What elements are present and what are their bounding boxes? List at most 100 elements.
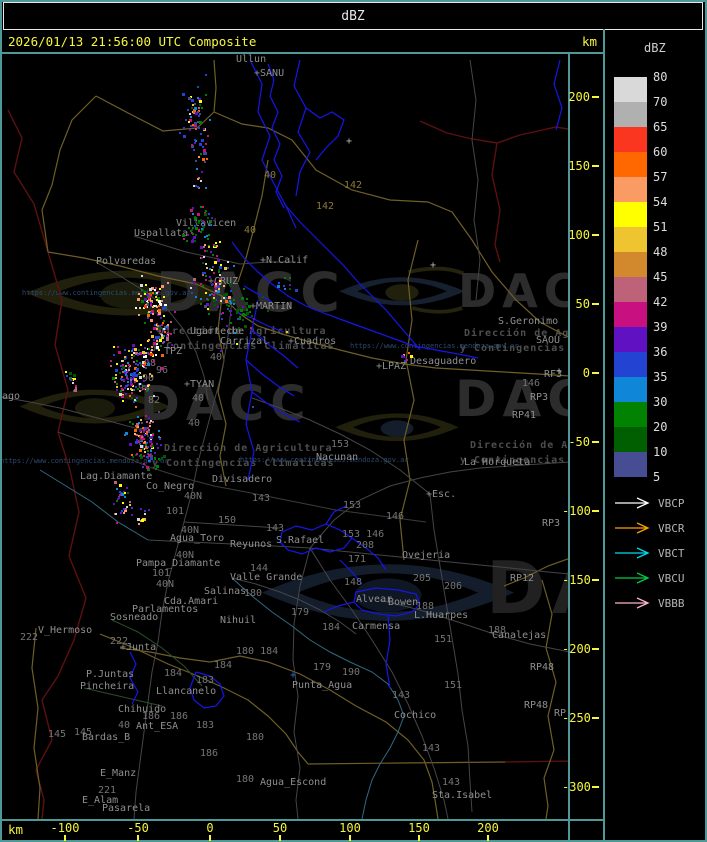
vector-arrow-icon (615, 522, 650, 534)
radar-echo (139, 362, 141, 364)
map-label: Pampa_Diamante (136, 558, 221, 569)
radar-echo (150, 353, 153, 356)
y-tick-mark (592, 372, 599, 374)
radar-echo (158, 349, 160, 351)
radar-echo (129, 443, 132, 446)
radar-echo (139, 307, 141, 309)
radar-echo (196, 168, 198, 170)
colorbar-block (614, 452, 647, 477)
map-label: 142 (344, 180, 363, 191)
radar-echo (131, 357, 133, 359)
radar-echo (147, 314, 150, 317)
map-label: Canalejas (492, 630, 547, 641)
radar-echo (163, 341, 165, 343)
x-tick-mark (349, 835, 351, 841)
radar-echo (148, 353, 150, 355)
radar-echo (209, 223, 211, 225)
radar-echo (149, 422, 151, 424)
radar-echo (185, 119, 187, 121)
radar-echo (199, 104, 201, 106)
radar-echo (236, 343, 238, 345)
x-tick-label: 0 (206, 821, 214, 835)
radar-echo (211, 269, 213, 271)
map-label: RP48 (530, 662, 555, 673)
map-label: SAOU (536, 335, 561, 346)
radar-echo (216, 245, 218, 247)
radar-echo (230, 314, 232, 316)
radar-echo (125, 508, 127, 510)
radar-echo (221, 318, 223, 320)
radar-echo (135, 406, 137, 408)
radar-echo (141, 289, 143, 291)
radar-echo (150, 302, 152, 304)
radar-echo (150, 420, 152, 422)
radar-echo (143, 364, 145, 366)
colorbar-block (614, 252, 647, 277)
radar-echo (139, 436, 141, 438)
radar-echo (233, 299, 235, 301)
radar-echo (220, 300, 222, 302)
colorbar-block (614, 227, 647, 252)
radar-echo (144, 451, 146, 453)
radar-echo (217, 282, 219, 284)
radar-echo (155, 354, 157, 356)
map-label: 40 (264, 170, 277, 181)
radar-echo (161, 457, 163, 459)
radar-echo (194, 240, 196, 242)
map-label: 183 (196, 675, 215, 686)
map-label: + (346, 136, 353, 147)
radar-echo (132, 378, 134, 380)
radar-echo (206, 158, 208, 160)
map-label: 101 (166, 506, 185, 517)
radar-echo (155, 468, 157, 470)
radar-echo (147, 360, 149, 362)
x-tick-label: 150 (408, 821, 430, 835)
radar-echo (139, 376, 142, 379)
radar-echo (246, 312, 249, 315)
radar-echo (205, 94, 207, 96)
radar-echo (137, 298, 140, 301)
x-tick-mark (418, 835, 420, 841)
radar-echo (110, 360, 112, 362)
radar-echo (161, 354, 164, 357)
radar-echo (127, 381, 129, 383)
radar-echo (144, 347, 146, 349)
radar-echo (219, 280, 221, 282)
radar-echo (238, 327, 240, 329)
radar-echo (144, 298, 147, 301)
radar-echo (116, 488, 118, 490)
radar-echo (150, 445, 152, 447)
map-label: Divisadero (212, 474, 273, 485)
map-label: 180 (246, 732, 265, 743)
timestamp-label: 2026/01/13 21:56:00 UTC Composite (8, 34, 257, 49)
colorbar-tick-label: 5 (653, 470, 661, 484)
radar-echo (208, 234, 210, 236)
map-label: E_Manz (100, 768, 137, 779)
map-label: 153 (343, 500, 362, 511)
radar-echo (124, 387, 126, 389)
radar-echo (203, 246, 205, 248)
radar-echo (149, 437, 151, 439)
radar-echo (244, 325, 247, 328)
map-label: 143 (266, 523, 285, 534)
map-label: RP12 (510, 573, 535, 584)
radar-echo (156, 299, 158, 301)
radar-echo (148, 509, 150, 511)
radar-echo (118, 351, 121, 354)
map-label: +Junta (120, 642, 157, 653)
radar-echo (183, 127, 185, 129)
radar-echo (211, 217, 213, 219)
radar-echo (159, 438, 161, 440)
map-label: 40N (156, 579, 175, 590)
radar-echo (284, 288, 286, 290)
radar-echo (147, 303, 149, 305)
radar-echo (218, 271, 220, 273)
radar-echo (71, 379, 73, 381)
x-tick-mark (137, 835, 139, 841)
colorbar-tick-label: 57 (653, 170, 668, 184)
map-label: Sta.Isabel (432, 790, 493, 801)
radar-echo (200, 133, 202, 135)
radar-echo (151, 335, 154, 338)
radar-echo (198, 115, 200, 117)
radar-echo (159, 330, 161, 332)
